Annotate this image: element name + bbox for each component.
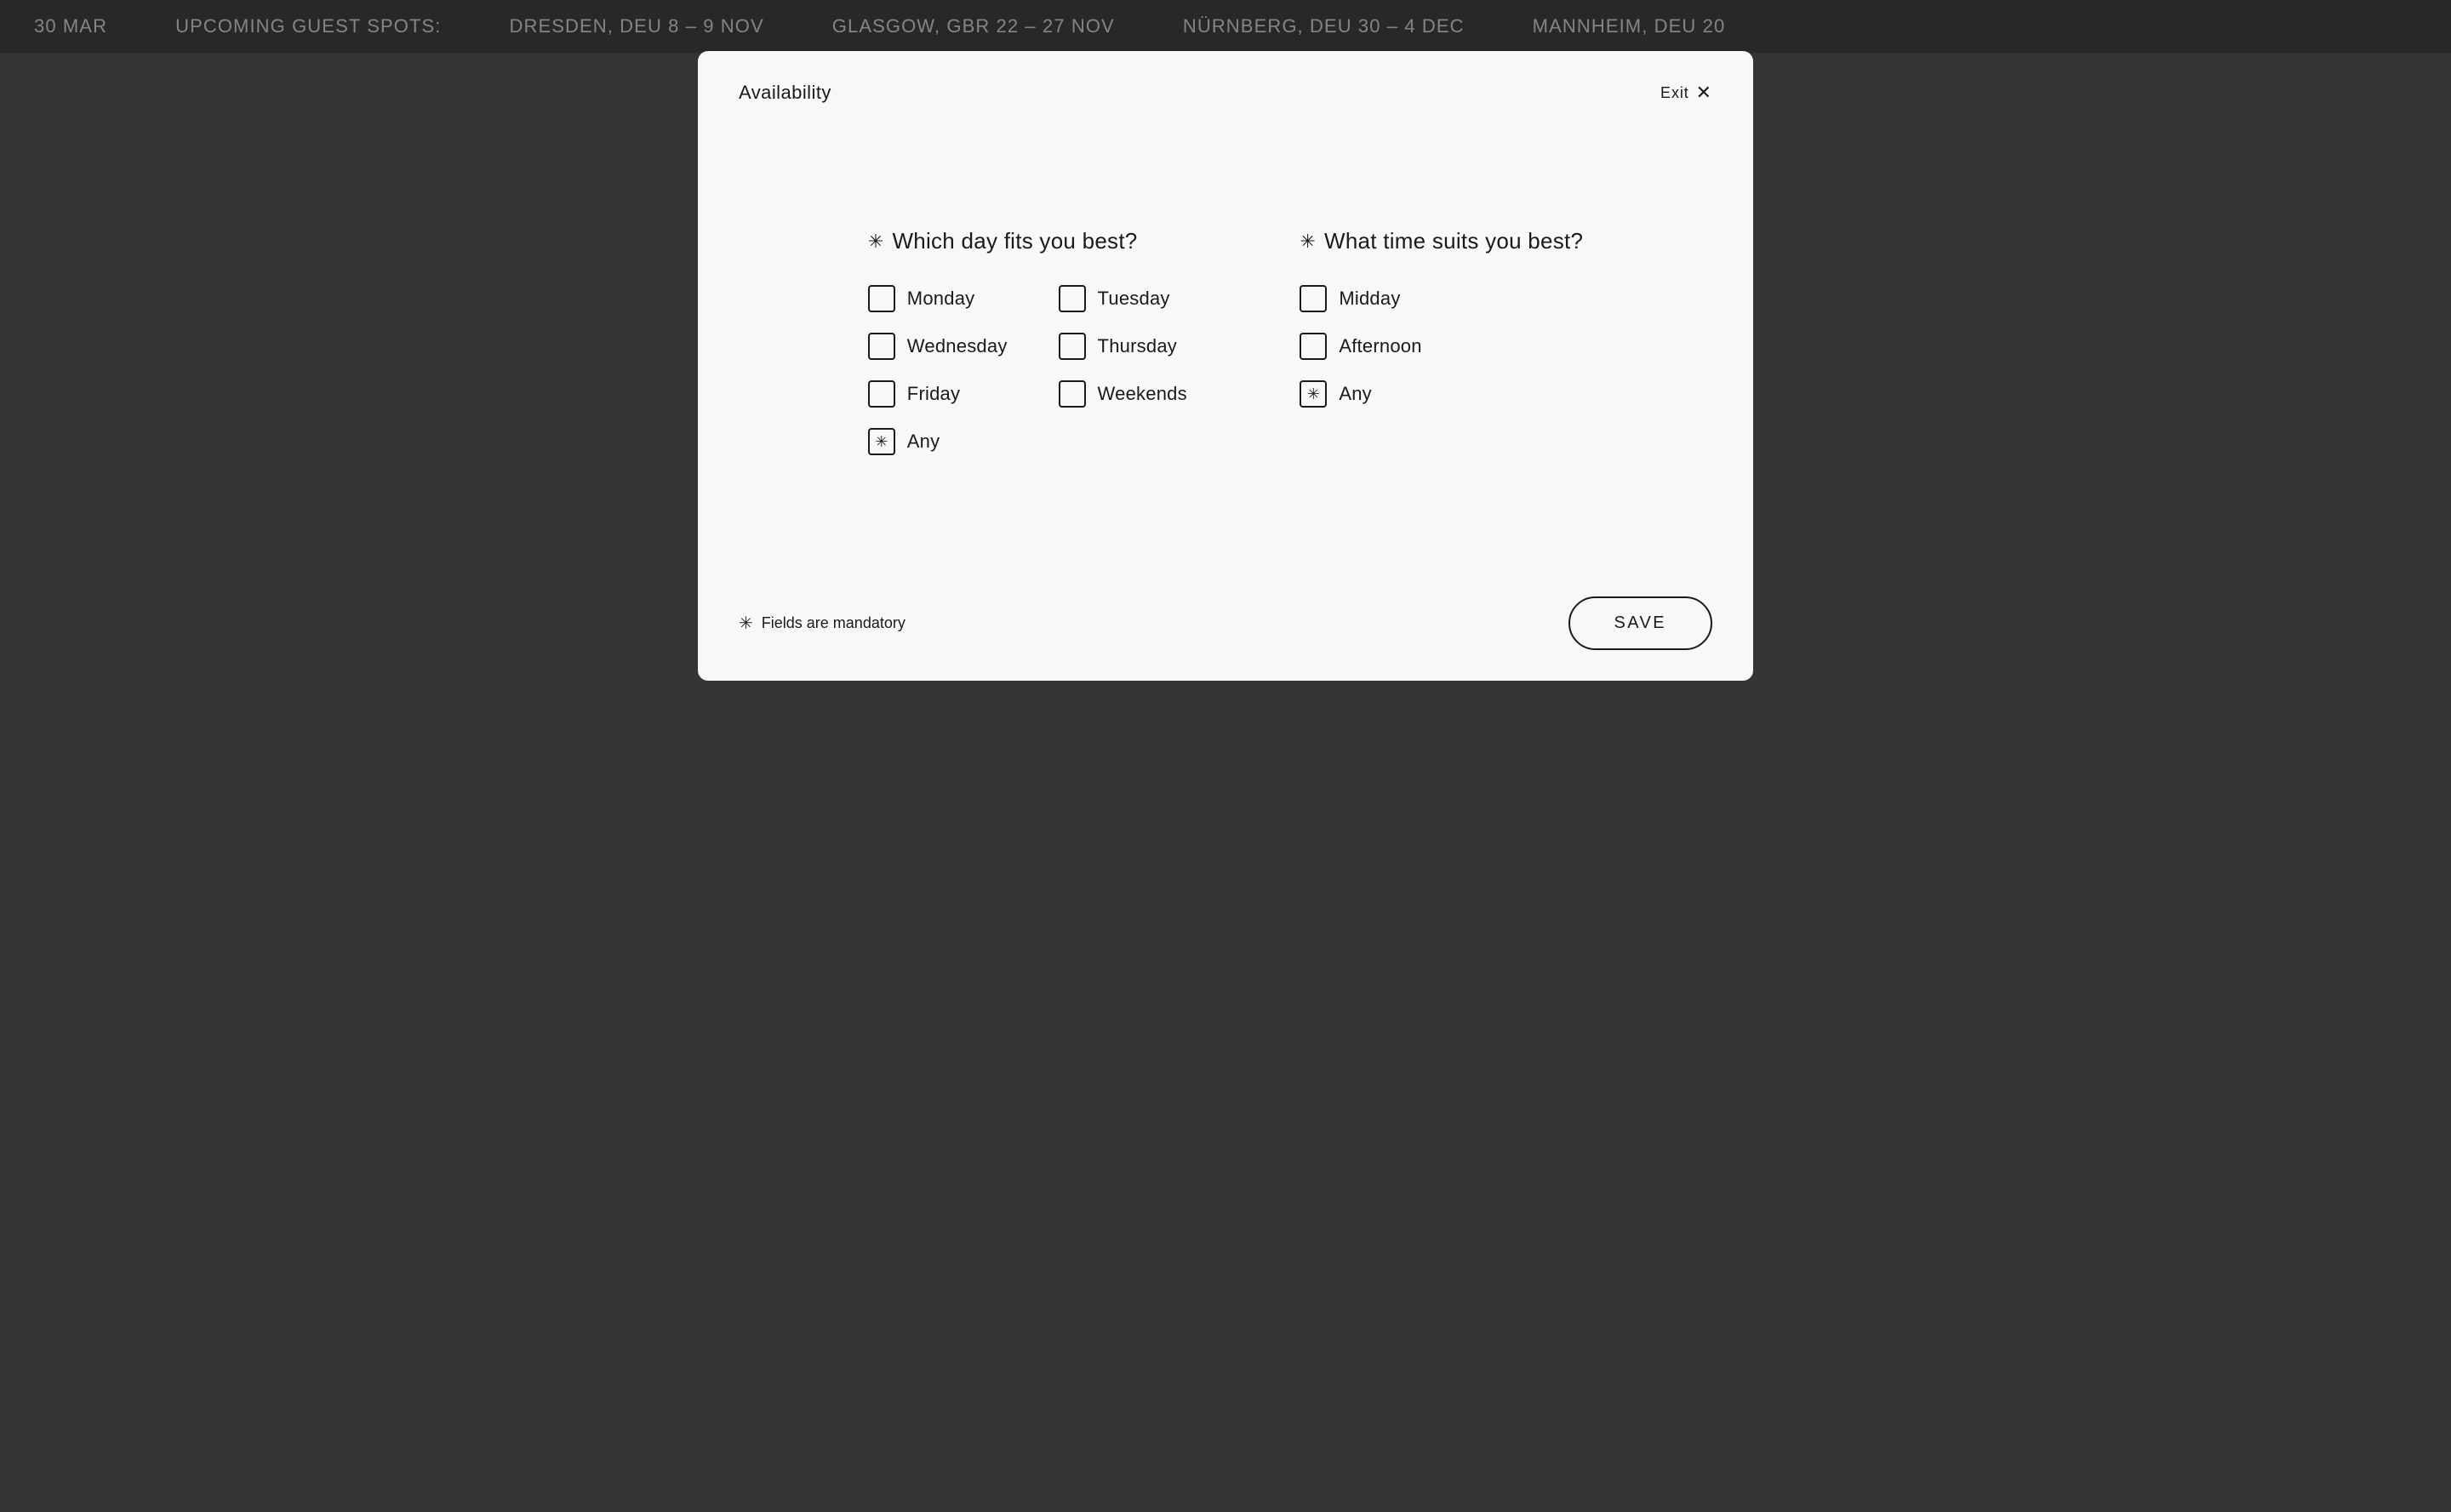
mandatory-text: Fields are mandatory <box>762 614 906 632</box>
any-time-checkbox[interactable]: ✳ <box>1300 380 1327 408</box>
weekends-checkbox[interactable] <box>1059 380 1086 408</box>
days-asterisk-icon: ✳ <box>868 231 884 253</box>
friday-checkbox-item[interactable]: Friday <box>868 380 1008 408</box>
monday-checkbox-item[interactable]: Monday <box>868 285 1008 312</box>
time-checkbox-grid: Midday Afternoon ✳ Any <box>1300 285 1583 408</box>
any-time-label: Any <box>1339 383 1372 405</box>
afternoon-label: Afternoon <box>1339 335 1421 357</box>
wednesday-checkbox[interactable] <box>868 333 895 360</box>
friday-checkbox[interactable] <box>868 380 895 408</box>
thursday-checkbox-item[interactable]: Thursday <box>1059 333 1198 360</box>
midday-checkbox-item[interactable]: Midday <box>1300 285 1583 312</box>
midday-checkbox[interactable] <box>1300 285 1327 312</box>
afternoon-checkbox-item[interactable]: Afternoon <box>1300 333 1583 360</box>
mandatory-note: ✳ Fields are mandatory <box>739 613 906 634</box>
mandatory-asterisk-icon: ✳ <box>739 613 753 634</box>
wednesday-label: Wednesday <box>907 335 1008 357</box>
exit-label: Exit <box>1660 84 1689 102</box>
any-day-check-icon: ✳ <box>875 434 888 449</box>
days-section: ✳ Which day fits you best? Monday Tuesda… <box>868 228 1198 455</box>
monday-checkbox[interactable] <box>868 285 895 312</box>
weekends-label: Weekends <box>1098 383 1187 405</box>
modal-title: Availability <box>739 82 831 104</box>
tuesday-label: Tuesday <box>1098 288 1170 310</box>
time-asterisk-icon: ✳ <box>1300 231 1316 253</box>
save-button[interactable]: SAVE <box>1568 596 1712 650</box>
any-time-check-icon: ✳ <box>1307 386 1320 402</box>
any-day-checkbox-item[interactable]: ✳ Any <box>868 428 1198 455</box>
modal-footer: ✳ Fields are mandatory SAVE <box>698 576 1753 681</box>
modal-header: Availability Exit ✕ <box>698 51 1753 124</box>
exit-button[interactable]: Exit ✕ <box>1660 82 1712 104</box>
afternoon-checkbox[interactable] <box>1300 333 1327 360</box>
form-container: ✳ Which day fits you best? Monday Tuesda… <box>868 228 1583 455</box>
tuesday-checkbox-item[interactable]: Tuesday <box>1059 285 1198 312</box>
thursday-label: Thursday <box>1098 335 1177 357</box>
any-time-checkbox-item[interactable]: ✳ Any <box>1300 380 1583 408</box>
tuesday-checkbox[interactable] <box>1059 285 1086 312</box>
time-section-title: ✳ What time suits you best? <box>1300 228 1583 254</box>
weekends-checkbox-item[interactable]: Weekends <box>1059 380 1198 408</box>
wednesday-checkbox-item[interactable]: Wednesday <box>868 333 1008 360</box>
time-section: ✳ What time suits you best? Midday After… <box>1300 228 1583 408</box>
modal-content: ✳ Which day fits you best? Monday Tuesda… <box>698 124 1753 576</box>
any-day-label: Any <box>907 431 940 453</box>
close-icon: ✕ <box>1696 82 1712 104</box>
modal-overlay: Availability Exit ✕ ✳ Which day fits you… <box>0 0 2451 1512</box>
midday-label: Midday <box>1339 288 1400 310</box>
monday-label: Monday <box>907 288 975 310</box>
thursday-checkbox[interactable] <box>1059 333 1086 360</box>
any-day-checkbox[interactable]: ✳ <box>868 428 895 455</box>
friday-label: Friday <box>907 383 960 405</box>
availability-modal: Availability Exit ✕ ✳ Which day fits you… <box>698 51 1753 681</box>
days-section-title: ✳ Which day fits you best? <box>868 228 1198 254</box>
days-checkbox-grid: Monday Tuesday Wednesday <box>868 285 1198 408</box>
